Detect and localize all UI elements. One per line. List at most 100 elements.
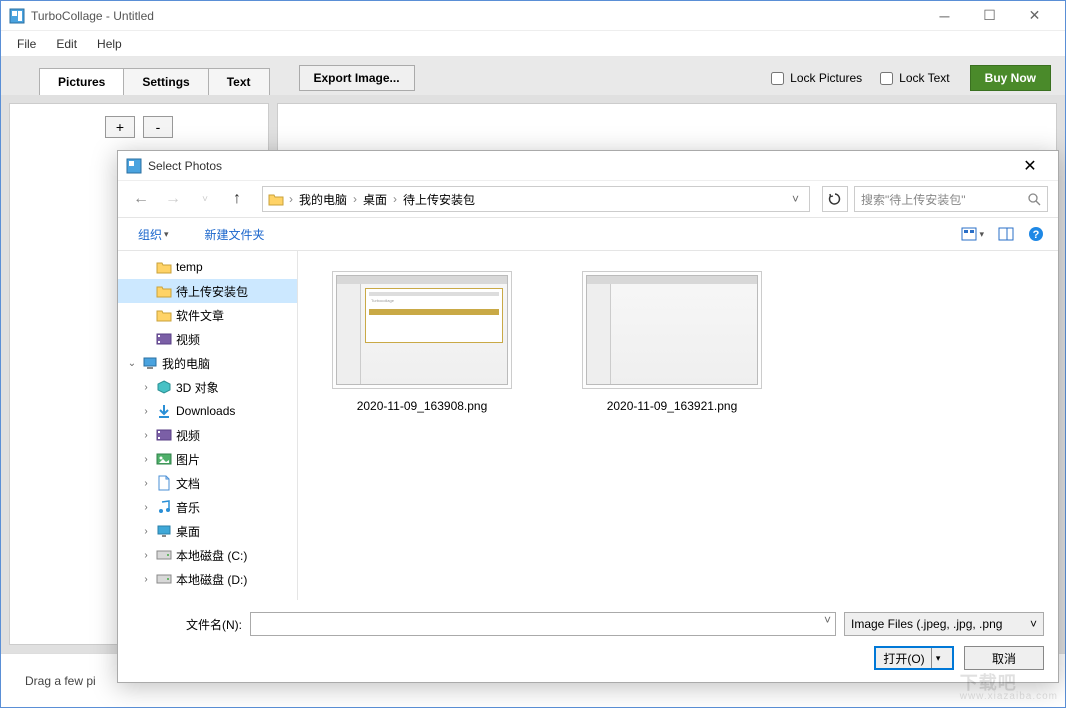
dialog-titlebar: Select Photos ✕: [118, 151, 1058, 181]
expand-icon[interactable]: ›: [140, 382, 152, 393]
back-button[interactable]: ←: [128, 186, 154, 212]
expand-icon[interactable]: ›: [140, 550, 152, 561]
cancel-button[interactable]: 取消: [964, 646, 1044, 670]
file-list: Turbocollage 2020-11-09_163908.png 2020-11…: [298, 251, 1058, 600]
expand-icon[interactable]: ›: [140, 478, 152, 489]
video-icon: [156, 427, 172, 443]
breadcrumb-seg-0[interactable]: 我的电脑: [295, 191, 351, 208]
tab-pictures[interactable]: Pictures: [39, 68, 124, 95]
file-item[interactable]: 2020-11-09_163921.png: [572, 271, 772, 413]
tree-item[interactable]: › 桌面: [118, 519, 297, 543]
dialog-close-button[interactable]: ✕: [1010, 153, 1050, 179]
new-folder-button[interactable]: 新建文件夹: [199, 222, 271, 247]
export-image-button[interactable]: Export Image...: [299, 65, 415, 91]
tree-item[interactable]: 软件文章: [118, 303, 297, 327]
doc-icon: [156, 475, 172, 491]
buy-now-button[interactable]: Buy Now: [970, 65, 1051, 91]
music-icon: [156, 499, 172, 515]
breadcrumb-seg-2[interactable]: 待上传安装包: [399, 191, 479, 208]
help-button[interactable]: ?: [1028, 226, 1044, 242]
up-button[interactable]: ↑: [224, 186, 250, 212]
app-icon: [9, 8, 25, 24]
lock-pictures-checkbox[interactable]: Lock Pictures: [771, 71, 862, 85]
tree-item-label: 我的电脑: [162, 355, 210, 372]
file-item[interactable]: Turbocollage 2020-11-09_163908.png: [322, 271, 522, 413]
expand-icon[interactable]: ›: [140, 574, 152, 585]
search-placeholder: 搜索"待上传安装包": [861, 191, 966, 208]
expand-icon[interactable]: ⌄: [126, 358, 138, 369]
tree-item[interactable]: ⌄ 我的电脑: [118, 351, 297, 375]
folder-icon: [156, 259, 172, 275]
menu-help[interactable]: Help: [87, 33, 132, 55]
computer-icon: [142, 355, 158, 371]
search-input[interactable]: 搜索"待上传安装包": [854, 186, 1048, 212]
menu-edit[interactable]: Edit: [46, 33, 87, 55]
preview-pane-button[interactable]: [998, 227, 1014, 241]
tree-item[interactable]: 待上传安装包: [118, 279, 297, 303]
dialog-toolbar: 组织▾ 新建文件夹 ▾ ?: [118, 217, 1058, 251]
tree-item[interactable]: › Downloads: [118, 399, 297, 423]
filter-select[interactable]: Image Files (.jpeg, .jpg, .png ˅: [844, 612, 1044, 636]
tree-item-label: 桌面: [176, 523, 200, 540]
breadcrumb-seg-1[interactable]: 桌面: [359, 191, 391, 208]
maximize-button[interactable]: ☐: [967, 1, 1012, 31]
tree-item[interactable]: › 图片: [118, 447, 297, 471]
filename-input[interactable]: ˅: [250, 612, 836, 636]
recent-dropdown[interactable]: ˅: [192, 186, 218, 212]
open-button[interactable]: 打开(O) ▾: [874, 646, 954, 670]
remove-picture-button[interactable]: -: [143, 116, 173, 138]
expand-icon[interactable]: ›: [140, 406, 152, 417]
file-thumbnail: Turbocollage: [332, 271, 512, 389]
expand-icon[interactable]: ›: [140, 454, 152, 465]
minimize-button[interactable]: ─: [922, 1, 967, 31]
organize-button[interactable]: 组织▾: [132, 222, 175, 247]
tree-item-label: 视频: [176, 331, 200, 348]
dialog-icon: [126, 158, 142, 174]
tree-item-label: 3D 对象: [176, 379, 219, 396]
view-mode-button[interactable]: ▾: [961, 227, 984, 241]
breadcrumb[interactable]: › 我的电脑 › 桌面 › 待上传安装包 ˅: [262, 186, 810, 212]
dialog-title: Select Photos: [148, 159, 1010, 173]
window-title: TurboCollage - Untitled: [31, 9, 922, 23]
tree-item[interactable]: ›本地磁盘 (C:): [118, 543, 297, 567]
file-thumbnail: [582, 271, 762, 389]
folder-icon: [156, 283, 172, 299]
file-name: 2020-11-09_163908.png: [357, 399, 488, 413]
tree-item[interactable]: ›本地磁盘 (D:): [118, 567, 297, 591]
lock-text-checkbox[interactable]: Lock Text: [880, 71, 949, 85]
expand-icon[interactable]: ›: [140, 526, 152, 537]
add-picture-button[interactable]: +: [105, 116, 135, 138]
folder-icon: [156, 307, 172, 323]
tree-item[interactable]: 视频: [118, 327, 297, 351]
expand-icon[interactable]: ›: [140, 430, 152, 441]
tree-item-label: 图片: [176, 451, 200, 468]
tree-item-label: Downloads: [176, 404, 235, 418]
toolbar: Pictures Settings Text Export Image... L…: [1, 57, 1065, 95]
tree-item[interactable]: › 3D 对象: [118, 375, 297, 399]
disk-icon: [156, 571, 172, 587]
tree-item-label: 软件文章: [176, 307, 224, 324]
tree-item-label: 音乐: [176, 499, 200, 516]
tree-item-label: 视频: [176, 427, 200, 444]
expand-icon[interactable]: ›: [140, 502, 152, 513]
dialog-body: temp 待上传安装包软件文章视频 ⌄ 我的电脑 › 3D 对象 › Downloads › 视频…: [118, 251, 1058, 600]
tree-item-label: temp: [176, 260, 203, 274]
tree-item[interactable]: temp: [118, 255, 297, 279]
breadcrumb-dropdown[interactable]: ˅: [786, 192, 805, 206]
tab-settings[interactable]: Settings: [123, 68, 208, 95]
status-text: Drag a few pi: [25, 674, 96, 688]
file-name: 2020-11-09_163921.png: [607, 399, 738, 413]
tree-item[interactable]: ›文档: [118, 471, 297, 495]
tree-item[interactable]: › 视频: [118, 423, 297, 447]
tree-item-label: 待上传安装包: [176, 283, 248, 300]
disk-icon: [156, 547, 172, 563]
tab-text[interactable]: Text: [208, 68, 270, 95]
close-button[interactable]: ✕: [1012, 1, 1057, 31]
3d-icon: [156, 379, 172, 395]
select-photos-dialog: Select Photos ✕ ← → ˅ ↑ › 我的电脑 › 桌面 › 待上…: [117, 150, 1059, 683]
forward-button[interactable]: →: [160, 186, 186, 212]
tree-item[interactable]: › 音乐: [118, 495, 297, 519]
folder-icon: [267, 190, 285, 208]
menu-file[interactable]: File: [7, 33, 46, 55]
refresh-button[interactable]: [822, 186, 848, 212]
